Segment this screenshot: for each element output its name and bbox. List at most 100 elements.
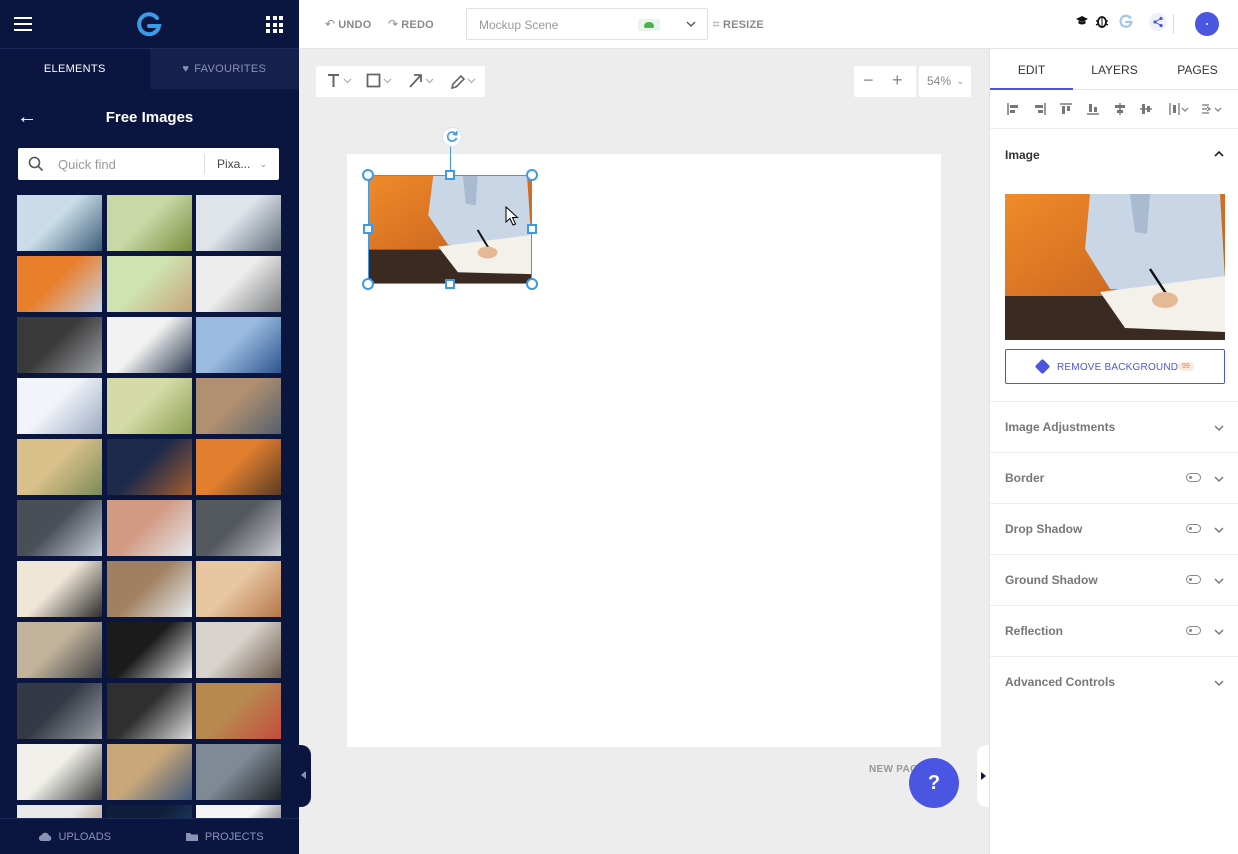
resize-handle-bottom-left[interactable] bbox=[362, 278, 374, 290]
ground-shadow-toggle[interactable] bbox=[1186, 575, 1201, 584]
tab-pages[interactable]: PAGES bbox=[1156, 49, 1238, 90]
align-center-vertical-icon[interactable] bbox=[1114, 103, 1126, 115]
resize-button[interactable]: ⌗ RESIZE bbox=[713, 17, 764, 32]
ground-shadow-section[interactable]: Ground Shadow bbox=[990, 555, 1238, 606]
text-tool-icon[interactable] bbox=[326, 72, 356, 90]
image-thumbnail-phone-in-hand[interactable] bbox=[17, 195, 102, 251]
pen-tool-icon[interactable] bbox=[450, 72, 480, 90]
image-thumbnail-alarm-clock[interactable] bbox=[106, 256, 192, 312]
resize-handle-left[interactable] bbox=[363, 224, 373, 234]
image-thumbnail-meeting-table[interactable] bbox=[17, 622, 102, 678]
tab-layers[interactable]: LAYERS bbox=[1073, 49, 1156, 90]
image-thumbnail-desk-top-view[interactable] bbox=[106, 561, 192, 617]
zoom-out-icon[interactable]: − bbox=[863, 71, 874, 89]
reflection-section[interactable]: Reflection bbox=[990, 606, 1238, 657]
chevron-down-icon[interactable] bbox=[685, 18, 697, 30]
distribute-icon[interactable] bbox=[1169, 103, 1191, 115]
projects-button[interactable]: PROJECTS bbox=[150, 819, 300, 854]
image-thumbnail-team-hands[interactable] bbox=[17, 744, 102, 800]
image-thumbnail-man-at-whiteboard[interactable] bbox=[196, 195, 281, 251]
border-section[interactable]: Border bbox=[990, 453, 1238, 504]
resize-handle-top-right[interactable] bbox=[526, 169, 538, 181]
selected-image[interactable] bbox=[368, 175, 532, 284]
align-bottom-icon[interactable] bbox=[1087, 103, 1099, 115]
resize-handle-top-left[interactable] bbox=[362, 169, 374, 181]
menu-icon[interactable] bbox=[14, 17, 32, 31]
rotate-handle-icon[interactable] bbox=[442, 127, 462, 147]
help-button[interactable]: ? bbox=[909, 758, 959, 808]
image-thumbnail-desk-orange-wall[interactable] bbox=[196, 439, 281, 495]
image-adjustments-section[interactable]: Image Adjustments bbox=[990, 402, 1238, 453]
image-thumbnail-man-writing-orange[interactable] bbox=[17, 256, 102, 312]
tab-favourites[interactable]: ♥ FAVOURITES bbox=[149, 49, 299, 89]
zoom-level-select[interactable]: 54% ⌄ bbox=[919, 66, 971, 97]
uploads-button[interactable]: UPLOADS bbox=[0, 819, 150, 854]
image-thumbnail-glass-building[interactable] bbox=[196, 317, 281, 373]
share-icon[interactable] bbox=[1149, 13, 1167, 31]
collapse-right-panel-button[interactable] bbox=[977, 745, 989, 807]
search-input[interactable] bbox=[58, 154, 208, 174]
image-thumbnail-laptop-dark[interactable] bbox=[17, 317, 102, 373]
resize-handle-bottom[interactable] bbox=[445, 279, 455, 289]
image-thumbnail-laptop-typing[interactable] bbox=[17, 378, 102, 434]
image-thumbnail-silhouette-window[interactable] bbox=[196, 744, 281, 800]
apps-grid-icon[interactable] bbox=[266, 16, 283, 33]
shape-tool-icon[interactable] bbox=[366, 72, 396, 90]
image-thumbnail-phone-dark-suit[interactable] bbox=[17, 683, 102, 739]
image-thumbnail-presentation-screen[interactable] bbox=[106, 622, 192, 678]
drop-shadow-toggle[interactable] bbox=[1186, 524, 1201, 533]
collapse-left-panel-button[interactable] bbox=[299, 745, 311, 807]
align-top-icon[interactable] bbox=[1060, 103, 1072, 115]
scene-name-field[interactable]: Mockup Scene bbox=[466, 8, 708, 40]
image-thumbnail-businessman-portrait[interactable] bbox=[106, 317, 192, 373]
resize-handle-bottom-right[interactable] bbox=[526, 278, 538, 290]
resize-handle-right[interactable] bbox=[527, 224, 537, 234]
drop-shadow-section[interactable]: Drop Shadow bbox=[990, 504, 1238, 555]
image-thumbnail-office-interior[interactable] bbox=[196, 256, 281, 312]
chevron-down-icon[interactable] bbox=[1213, 677, 1225, 689]
image-thumbnail-supermarket-shelf[interactable] bbox=[17, 439, 102, 495]
chevron-down-icon[interactable] bbox=[1213, 524, 1225, 536]
align-left-icon[interactable] bbox=[1007, 103, 1019, 115]
image-thumbnail-paperwork[interactable] bbox=[106, 683, 192, 739]
image-thumbnail-woman-laptop-brick[interactable] bbox=[106, 500, 192, 556]
align-middle-icon[interactable] bbox=[1140, 103, 1152, 115]
zoom-in-icon[interactable]: + bbox=[892, 71, 903, 89]
border-toggle[interactable] bbox=[1186, 473, 1201, 482]
image-thumbnail-hands-phone-table[interactable] bbox=[196, 561, 281, 617]
image-thumbnail-server-room[interactable] bbox=[196, 500, 281, 556]
image-thumbnail-people-silhouettes[interactable] bbox=[196, 805, 281, 818]
image-thumbnail-coin-jars[interactable] bbox=[106, 378, 192, 434]
chevron-down-icon[interactable] bbox=[1213, 626, 1225, 638]
image-thumbnail-city-night[interactable] bbox=[106, 439, 192, 495]
graduation-cap-icon[interactable] bbox=[1075, 14, 1089, 28]
user-avatar[interactable] bbox=[1195, 12, 1219, 36]
chevron-up-icon[interactable] bbox=[1213, 148, 1225, 160]
image-thumbnail-hands-tablet[interactable] bbox=[196, 622, 281, 678]
remove-background-button[interactable]: REMOVE BACKGROUND 99 bbox=[1005, 349, 1225, 384]
image-thumbnail-hands-on-laptop[interactable] bbox=[196, 378, 281, 434]
image-thumbnail-earth-night[interactable] bbox=[106, 805, 192, 818]
image-thumbnail-laptop-screen[interactable] bbox=[17, 500, 102, 556]
chevron-down-icon[interactable] bbox=[1213, 575, 1225, 587]
bug-icon[interactable] bbox=[1095, 14, 1109, 28]
image-source-select[interactable]: Pixa... ⌄ bbox=[204, 154, 279, 174]
advanced-controls-section[interactable]: Advanced Controls bbox=[990, 657, 1238, 708]
tab-elements[interactable]: ELEMENTS bbox=[0, 49, 150, 89]
image-thumbnail-laptop-on-desk[interactable] bbox=[17, 561, 102, 617]
app-logo[interactable] bbox=[135, 10, 163, 38]
resize-handle-top[interactable] bbox=[445, 170, 455, 180]
chevron-down-icon[interactable] bbox=[1213, 473, 1225, 485]
undo-button[interactable]: ↶ UNDO bbox=[325, 17, 371, 31]
redo-button[interactable]: ↷ REDO bbox=[388, 17, 434, 31]
image-thumbnail-plants-on-coins[interactable] bbox=[106, 195, 192, 251]
image-thumbnail-market-food[interactable] bbox=[196, 683, 281, 739]
image-thumbnail-man-thinking[interactable] bbox=[106, 744, 192, 800]
reflection-toggle[interactable] bbox=[1186, 626, 1201, 635]
tab-edit[interactable]: EDIT bbox=[990, 49, 1073, 90]
brand-g-icon[interactable] bbox=[1119, 14, 1133, 28]
arrow-tool-icon[interactable] bbox=[408, 72, 438, 90]
chevron-down-icon[interactable] bbox=[1213, 422, 1225, 434]
arrange-icon[interactable] bbox=[1201, 103, 1225, 115]
align-right-icon[interactable] bbox=[1034, 103, 1046, 115]
